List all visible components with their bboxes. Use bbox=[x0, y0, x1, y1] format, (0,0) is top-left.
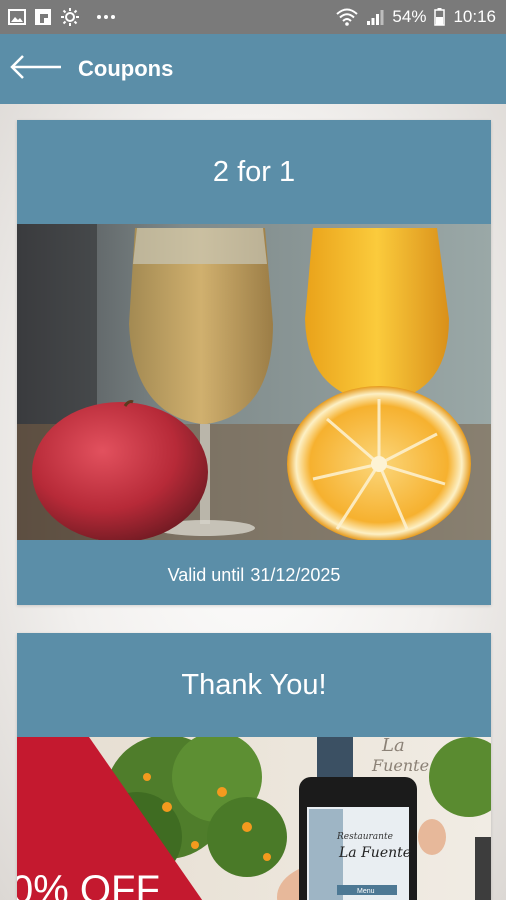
valid-date: 31/12/2025 bbox=[250, 564, 341, 585]
status-bar: 54% 10:16 bbox=[0, 0, 506, 34]
status-time: 10:16 bbox=[453, 7, 496, 26]
svg-text:0% OFF: 0% OFF bbox=[17, 868, 160, 900]
svg-text:La Fuente: La Fuente bbox=[338, 845, 411, 861]
more-dots-icon bbox=[96, 14, 116, 20]
svg-text:Restaurante: Restaurante bbox=[336, 832, 393, 842]
app-bar: Coupons bbox=[0, 34, 506, 104]
battery-icon bbox=[434, 8, 446, 26]
battery-percent: 54% bbox=[392, 7, 427, 26]
coupon-image-juice bbox=[17, 224, 491, 545]
coupon-title: 2 for 1 bbox=[212, 155, 296, 188]
coupon-card-2-for-1[interactable]: 2 for 1 Valid until 31/12/2025 bbox=[17, 120, 491, 605]
status-left bbox=[8, 7, 116, 27]
coupon-title: Thank You! bbox=[181, 668, 327, 701]
coupon-card-thank-you[interactable]: Thank You! La Fuente 0% OFF Restaurante … bbox=[17, 633, 491, 900]
svg-text:Menu: Menu bbox=[357, 888, 375, 895]
svg-text:Fuente: Fuente bbox=[371, 756, 429, 775]
page-title: Coupons bbox=[78, 56, 174, 81]
coupon-list[interactable]: 2 for 1 Valid until 31/12/2025 Thank You… bbox=[0, 104, 506, 900]
coupon-image-restaurant: La Fuente 0% OFF Restaurante La Fuente M… bbox=[17, 737, 491, 900]
svg-text:La: La bbox=[381, 737, 405, 756]
wifi-icon bbox=[336, 8, 359, 26]
valid-label: Valid until bbox=[167, 564, 245, 585]
signal-icon bbox=[366, 8, 384, 26]
gallery-icon bbox=[8, 9, 26, 25]
arrow-left-icon bbox=[9, 54, 63, 85]
status-right: 54% 10:16 bbox=[336, 7, 496, 27]
coupon-validity: Valid until 31/12/2025 bbox=[17, 545, 491, 605]
brightness-icon bbox=[60, 7, 80, 27]
back-button[interactable] bbox=[4, 34, 68, 104]
flipboard-icon bbox=[34, 8, 52, 26]
